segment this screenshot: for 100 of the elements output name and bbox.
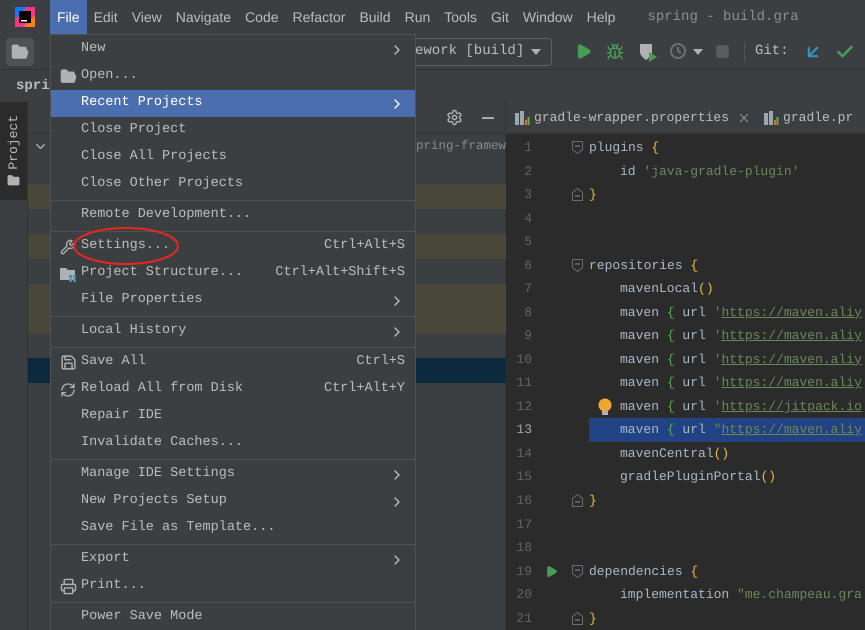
menu-item[interactable]: Reload All from Disk Ctrl+Alt+Y: [51, 376, 415, 403]
code-line: maven { url 'https://jitpack.io: [589, 394, 865, 418]
line-number: 8: [523, 304, 532, 322]
menu-item[interactable]: Manage IDE Settings: [51, 461, 415, 488]
line-number: 7: [523, 280, 532, 298]
code-line: gradlePluginPortal(): [619, 468, 778, 486]
line-number: 16: [515, 492, 532, 510]
line-number: 19: [515, 562, 532, 581]
menu-bar-item[interactable]: Refactor: [286, 0, 352, 34]
line-number: 6: [523, 256, 532, 275]
menu-item[interactable]: Recent Projects: [51, 90, 415, 117]
folder-icon: [11, 42, 29, 60]
lightbulb-icon[interactable]: [598, 398, 612, 416]
fold-icon[interactable]: [572, 494, 582, 508]
code-line: maven { url 'https://maven.aliy: [619, 374, 863, 392]
app-logo-icon: [15, 7, 35, 27]
menu-item[interactable]: Close Project: [51, 117, 415, 144]
project-path-text: pring-framew: [416, 138, 506, 156]
menu-bar-item[interactable]: File: [50, 0, 87, 34]
code-line: mavenLocal(): [619, 280, 715, 298]
menu-bar-item[interactable]: View: [124, 0, 169, 34]
menu-item[interactable]: New: [51, 36, 415, 63]
fold-icon[interactable]: [572, 612, 582, 625]
menu-bar-item[interactable]: Git: [484, 0, 516, 34]
settings-icon[interactable]: [446, 109, 463, 126]
folder-icon: [60, 68, 76, 85]
menu-item[interactable]: Close Other Projects: [51, 171, 415, 198]
coverage-button[interactable]: [638, 42, 658, 62]
fold-icon[interactable]: [572, 564, 582, 578]
menu-item[interactable]: Close All Projects: [51, 144, 415, 171]
menu-bar-item[interactable]: Window: [516, 0, 580, 34]
menu-item[interactable]: Export: [51, 546, 415, 573]
project-tool-tab[interactable]: Project: [0, 102, 27, 200]
save-icon: [60, 354, 76, 371]
shortcut-text: Ctrl+Alt+Shift+S: [275, 264, 405, 282]
run-icon[interactable]: [544, 564, 558, 578]
line-number: 1: [523, 139, 532, 158]
menu-item[interactable]: Repair IDE: [51, 403, 415, 430]
folder-icon: [7, 174, 20, 187]
line-number: 2: [523, 162, 532, 181]
menu-item[interactable]: Print...: [51, 573, 415, 600]
code-line: }: [589, 610, 598, 628]
line-number: 15: [515, 468, 532, 486]
printer-icon: [60, 578, 76, 595]
line-number: 13: [515, 421, 532, 440]
git-label: Git:: [755, 42, 789, 61]
menu-item[interactable]: Remote Development...: [51, 202, 415, 229]
debug-button[interactable]: [606, 42, 624, 60]
code-line: dependencies {: [589, 562, 700, 581]
code-line: plugins {: [589, 139, 660, 158]
shortcut-text: Ctrl+Alt+S: [324, 237, 405, 256]
menu-item[interactable]: Invalidate Caches...: [51, 430, 415, 457]
line-number: 21: [515, 610, 532, 628]
line-number: 12: [515, 398, 532, 416]
code-line: }: [589, 186, 598, 204]
code-line: implementation "me.champeau.gra: [619, 586, 863, 604]
reload-icon: [60, 382, 76, 398]
project-breadcrumb[interactable]: spri: [16, 76, 50, 96]
line-number: 11: [515, 374, 532, 392]
menu-bar-item[interactable]: Help: [580, 0, 622, 34]
menu-bar-item[interactable]: Code: [238, 0, 286, 34]
menu-item[interactable]: Save All Ctrl+S: [51, 349, 415, 376]
code-line: id 'java-gradle-plugin': [619, 162, 800, 181]
line-number: 3: [523, 186, 532, 204]
editor-tab[interactable]: gradle.pr: [755, 102, 858, 133]
window-title: spring - build.gra: [647, 8, 799, 26]
menu-item[interactable]: File Properties: [51, 287, 415, 314]
menu-item[interactable]: New Projects Setup: [51, 488, 415, 515]
menu-bar-item[interactable]: Build: [352, 0, 398, 34]
fold-icon[interactable]: [572, 188, 582, 202]
line-number: 14: [515, 444, 532, 463]
menu-item[interactable]: Power Save Mode: [51, 604, 415, 630]
bar-chart-file-icon: [514, 110, 530, 126]
menu-item[interactable]: Open...: [51, 63, 415, 90]
menu-item[interactable]: Settings... Ctrl+Alt+S: [51, 233, 415, 260]
wrench-icon: [60, 238, 76, 254]
shortcut-text: Ctrl+Alt+Y: [324, 380, 405, 398]
menu-item[interactable]: Project Structure... Ctrl+Alt+Shift+S: [51, 260, 415, 287]
code-line: maven { url 'https://maven.aliy: [619, 327, 863, 346]
bar-chart-file-icon: [763, 110, 780, 126]
profiler-button[interactable]: [669, 42, 703, 62]
menu-bar-item[interactable]: Navigate: [168, 0, 238, 34]
line-number: 20: [515, 586, 532, 604]
menu-item[interactable]: Local History: [51, 318, 415, 345]
line-number: 18: [515, 539, 532, 558]
folder-grid-icon: [59, 266, 77, 282]
run-button[interactable]: [575, 43, 592, 60]
fold-icon[interactable]: [572, 258, 582, 272]
line-number: 17: [515, 516, 532, 534]
open-folder-button[interactable]: [6, 38, 34, 66]
line-number: 9: [523, 327, 532, 346]
menu-item[interactable]: Save File as Template...: [51, 515, 415, 542]
menu-bar-item[interactable]: Run: [398, 0, 438, 34]
fold-icon[interactable]: [572, 141, 582, 154]
code-line: maven { url 'https://maven.aliy: [619, 350, 863, 369]
line-number: 4: [523, 210, 532, 228]
menu-bar-item[interactable]: Edit: [86, 0, 125, 34]
menu-bar-item[interactable]: Tools: [437, 0, 484, 34]
editor-tab[interactable]: gradle-wrapper.properties: [506, 102, 756, 133]
code-line: mavenCentral(): [619, 444, 730, 463]
